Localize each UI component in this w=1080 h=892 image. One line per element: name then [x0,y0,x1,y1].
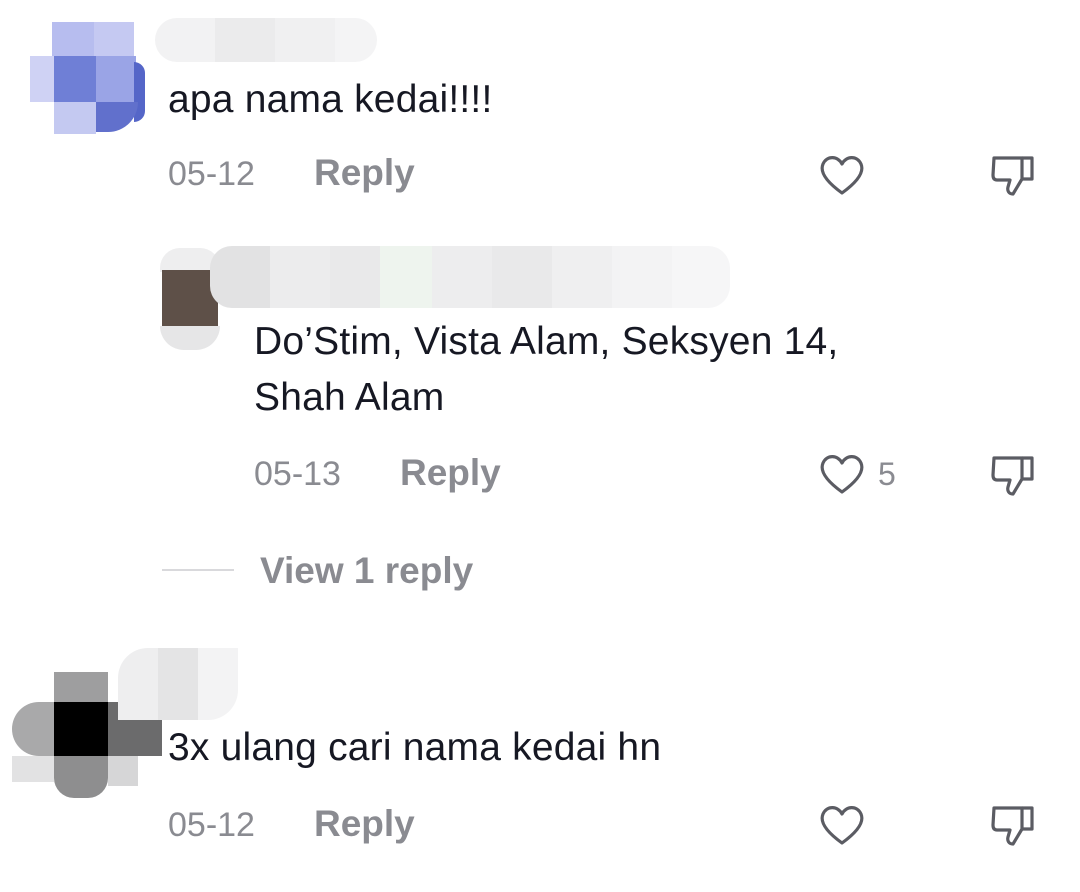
avatar[interactable] [30,22,145,134]
comment-date: 05-13 [254,455,341,493]
reply-button[interactable]: Reply [314,803,415,845]
heart-outline-icon [820,156,864,195]
thumbs-down-outline-icon [991,456,1034,496]
thumbs-down-outline-icon [991,806,1034,846]
reply-button[interactable]: Reply [400,452,501,494]
comment-text: Do’Stim, Vista Alam, Seksyen 14, Shah Al… [254,320,839,419]
dislike-button[interactable] [990,452,1036,498]
comment-date: 05-12 [168,806,255,844]
dislike-button[interactable] [990,802,1036,848]
comment-text: 3x ulang cari nama kedai hn [168,726,662,769]
thumbs-down-outline-icon [991,156,1034,196]
reply-button[interactable]: Reply [314,152,415,194]
heart-outline-icon [820,455,864,494]
comment-text: apa nama kedai!!!! [168,78,493,121]
like-count: 5 [878,456,896,492]
view-replies-button[interactable]: View 1 reply [260,550,473,592]
like-button[interactable] [818,803,866,847]
username-redacted[interactable] [155,18,377,62]
username-redacted[interactable] [118,648,238,720]
like-button[interactable] [818,452,866,496]
comment-date: 05-12 [168,155,255,193]
replies-divider [162,569,234,571]
dislike-button[interactable] [990,152,1036,198]
username-redacted[interactable] [210,246,730,308]
heart-outline-icon [820,806,864,845]
like-button[interactable] [818,153,866,197]
